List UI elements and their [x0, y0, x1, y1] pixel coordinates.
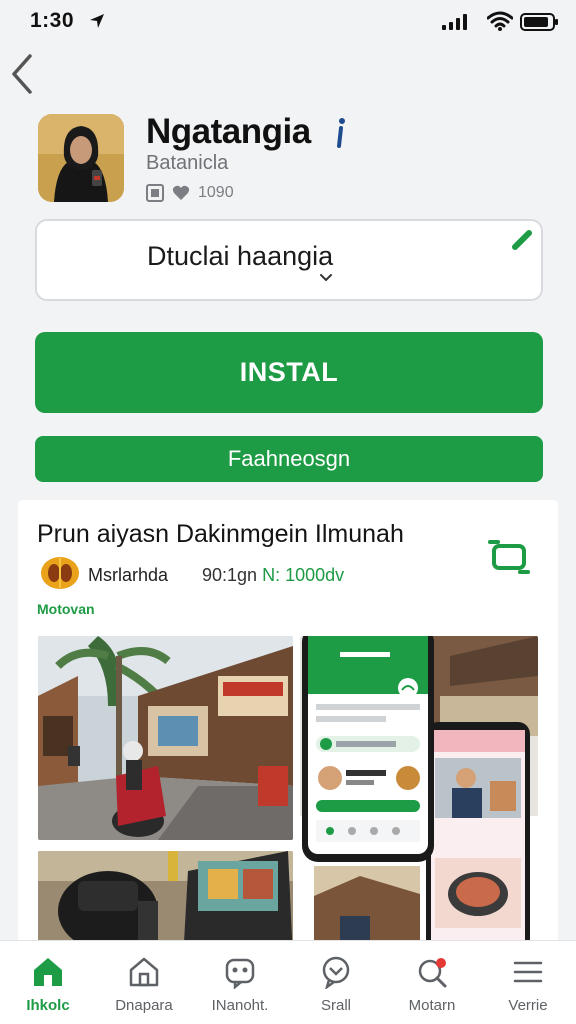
nav-label-home: Ihkolc — [26, 997, 70, 1014]
home-icon — [34, 958, 62, 986]
chevron-down-icon — [320, 274, 332, 282]
screenshot-phone-app[interactable] — [300, 636, 538, 960]
nav-label-srall: Srall — [320, 997, 351, 1014]
nav-item-verrie[interactable]: Verrie — [480, 941, 576, 1024]
bottom-nav: Ihkolc Dnapara INanoht. Srall Motarn Ver… — [0, 940, 576, 1024]
seller-meta: 90:1gn N: 1000dv — [202, 565, 344, 586]
nav-item-dnapara[interactable]: Dnapara — [96, 941, 192, 1024]
section-link[interactable]: Motovan — [37, 601, 95, 617]
expand-frame-icon[interactable] — [488, 538, 530, 576]
pencil-icon[interactable] — [509, 227, 535, 253]
status-time: 1:30 — [30, 9, 75, 32]
cellular-signal-icon — [442, 14, 467, 30]
app-title: Ngatangia — [146, 112, 311, 151]
nav-item-srall[interactable]: Srall — [288, 941, 384, 1024]
screenshot-street-scene[interactable] — [38, 636, 293, 840]
location-arrow-icon — [90, 14, 104, 28]
robot-chat-icon — [225, 958, 255, 989]
app-meta-row: 1090 — [146, 182, 234, 204]
wifi-icon — [487, 11, 513, 31]
age-rating-icon — [146, 184, 164, 202]
app-icon — [38, 114, 124, 202]
card-title: Prun aiyasn Dakinmgein Ilmunah — [37, 520, 404, 548]
nav-label-motarn: Motarn — [408, 997, 456, 1014]
house-outline-icon — [129, 957, 159, 987]
download-count: 1090 — [198, 184, 234, 201]
chat-bubble-icon — [322, 956, 350, 989]
status-bar: 1:30 — [0, 0, 576, 44]
seller-logo-icon — [41, 557, 79, 589]
install-button[interactable]: INSTAL — [35, 332, 543, 413]
back-arrow-icon[interactable] — [6, 52, 40, 96]
variant-picker[interactable]: Dtuclai haangia — [35, 219, 543, 301]
heart-icon — [172, 185, 190, 200]
nav-label-dnapara: Dnapara — [115, 997, 173, 1014]
nav-item-home[interactable]: Ihkolc — [0, 941, 96, 1024]
nav-label-verrie: Verrie — [508, 997, 548, 1014]
seller-name: Msrlarhda — [88, 565, 169, 585]
battery-icon — [520, 13, 558, 31]
nav-item-motarn[interactable]: Motarn — [384, 941, 480, 1024]
picker-value: Dtuclai haangia — [147, 241, 334, 271]
detail-card: Prun aiyasn Dakinmgein Ilmunah Msrlarhda… — [18, 500, 558, 960]
nav-label-nanoht: INanoht. — [211, 997, 269, 1014]
info-icon[interactable] — [330, 116, 350, 150]
nav-item-nanoht[interactable]: INanoht. — [192, 941, 288, 1024]
secondary-action-button[interactable]: Faahneosgn — [35, 436, 543, 482]
seller-meta-text: 90:1gn — [202, 565, 258, 585]
app-developer: Batanicla — [146, 152, 229, 174]
search-notification-icon — [418, 958, 447, 988]
menu-icon — [513, 961, 543, 983]
seller-meta-accent: N: 1000dv — [262, 565, 345, 585]
